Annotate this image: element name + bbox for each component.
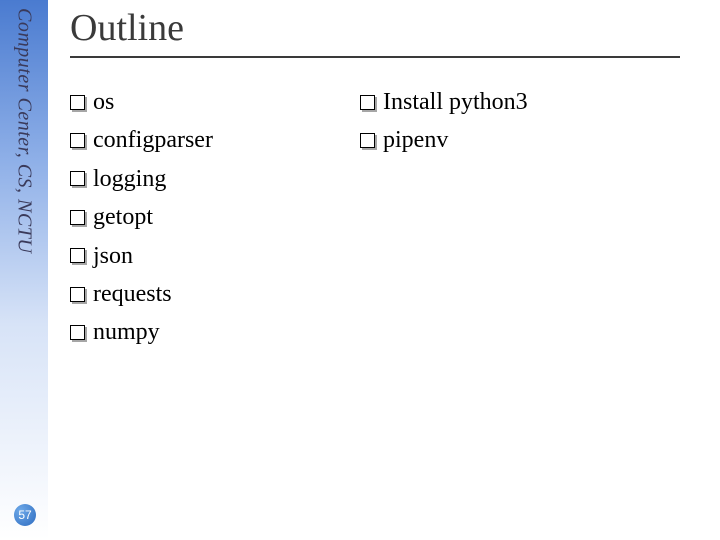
list-item: getopt	[70, 201, 360, 233]
list-item: os	[70, 86, 360, 118]
list-item: Install python3	[360, 86, 660, 118]
list-item: numpy	[70, 316, 360, 348]
square-bullet-icon	[70, 287, 85, 302]
list-item: json	[70, 240, 360, 272]
square-bullet-icon	[70, 210, 85, 225]
list-item-label: os	[93, 86, 114, 118]
list-item: logging	[70, 163, 360, 195]
list-item-label: configparser	[93, 124, 213, 156]
outline-columns: os configparser logging getopt json requ…	[70, 86, 720, 355]
slide-title: Outline	[70, 6, 720, 50]
list-item: requests	[70, 278, 360, 310]
page-number-badge: 57	[14, 504, 36, 526]
outline-column-right: Install python3 pipenv	[360, 86, 660, 355]
square-bullet-icon	[70, 248, 85, 263]
square-bullet-icon	[70, 171, 85, 186]
list-item-label: Install python3	[383, 86, 528, 118]
outline-column-left: os configparser logging getopt json requ…	[70, 86, 360, 355]
square-bullet-icon	[70, 133, 85, 148]
list-item-label: json	[93, 240, 133, 272]
list-item-label: numpy	[93, 316, 160, 348]
square-bullet-icon	[70, 95, 85, 110]
title-rule	[70, 56, 680, 58]
slide-content: Outline os configparser logging getopt j	[70, 0, 720, 540]
list-item-label: getopt	[93, 201, 153, 233]
sidebar-org-text: Computer Center, CS, NCTU	[13, 8, 36, 253]
list-item-label: pipenv	[383, 124, 448, 156]
list-item-label: logging	[93, 163, 166, 195]
square-bullet-icon	[360, 133, 375, 148]
square-bullet-icon	[360, 95, 375, 110]
list-item-label: requests	[93, 278, 172, 310]
sidebar: Computer Center, CS, NCTU	[0, 0, 48, 540]
list-item: configparser	[70, 124, 360, 156]
square-bullet-icon	[70, 325, 85, 340]
list-item: pipenv	[360, 124, 660, 156]
